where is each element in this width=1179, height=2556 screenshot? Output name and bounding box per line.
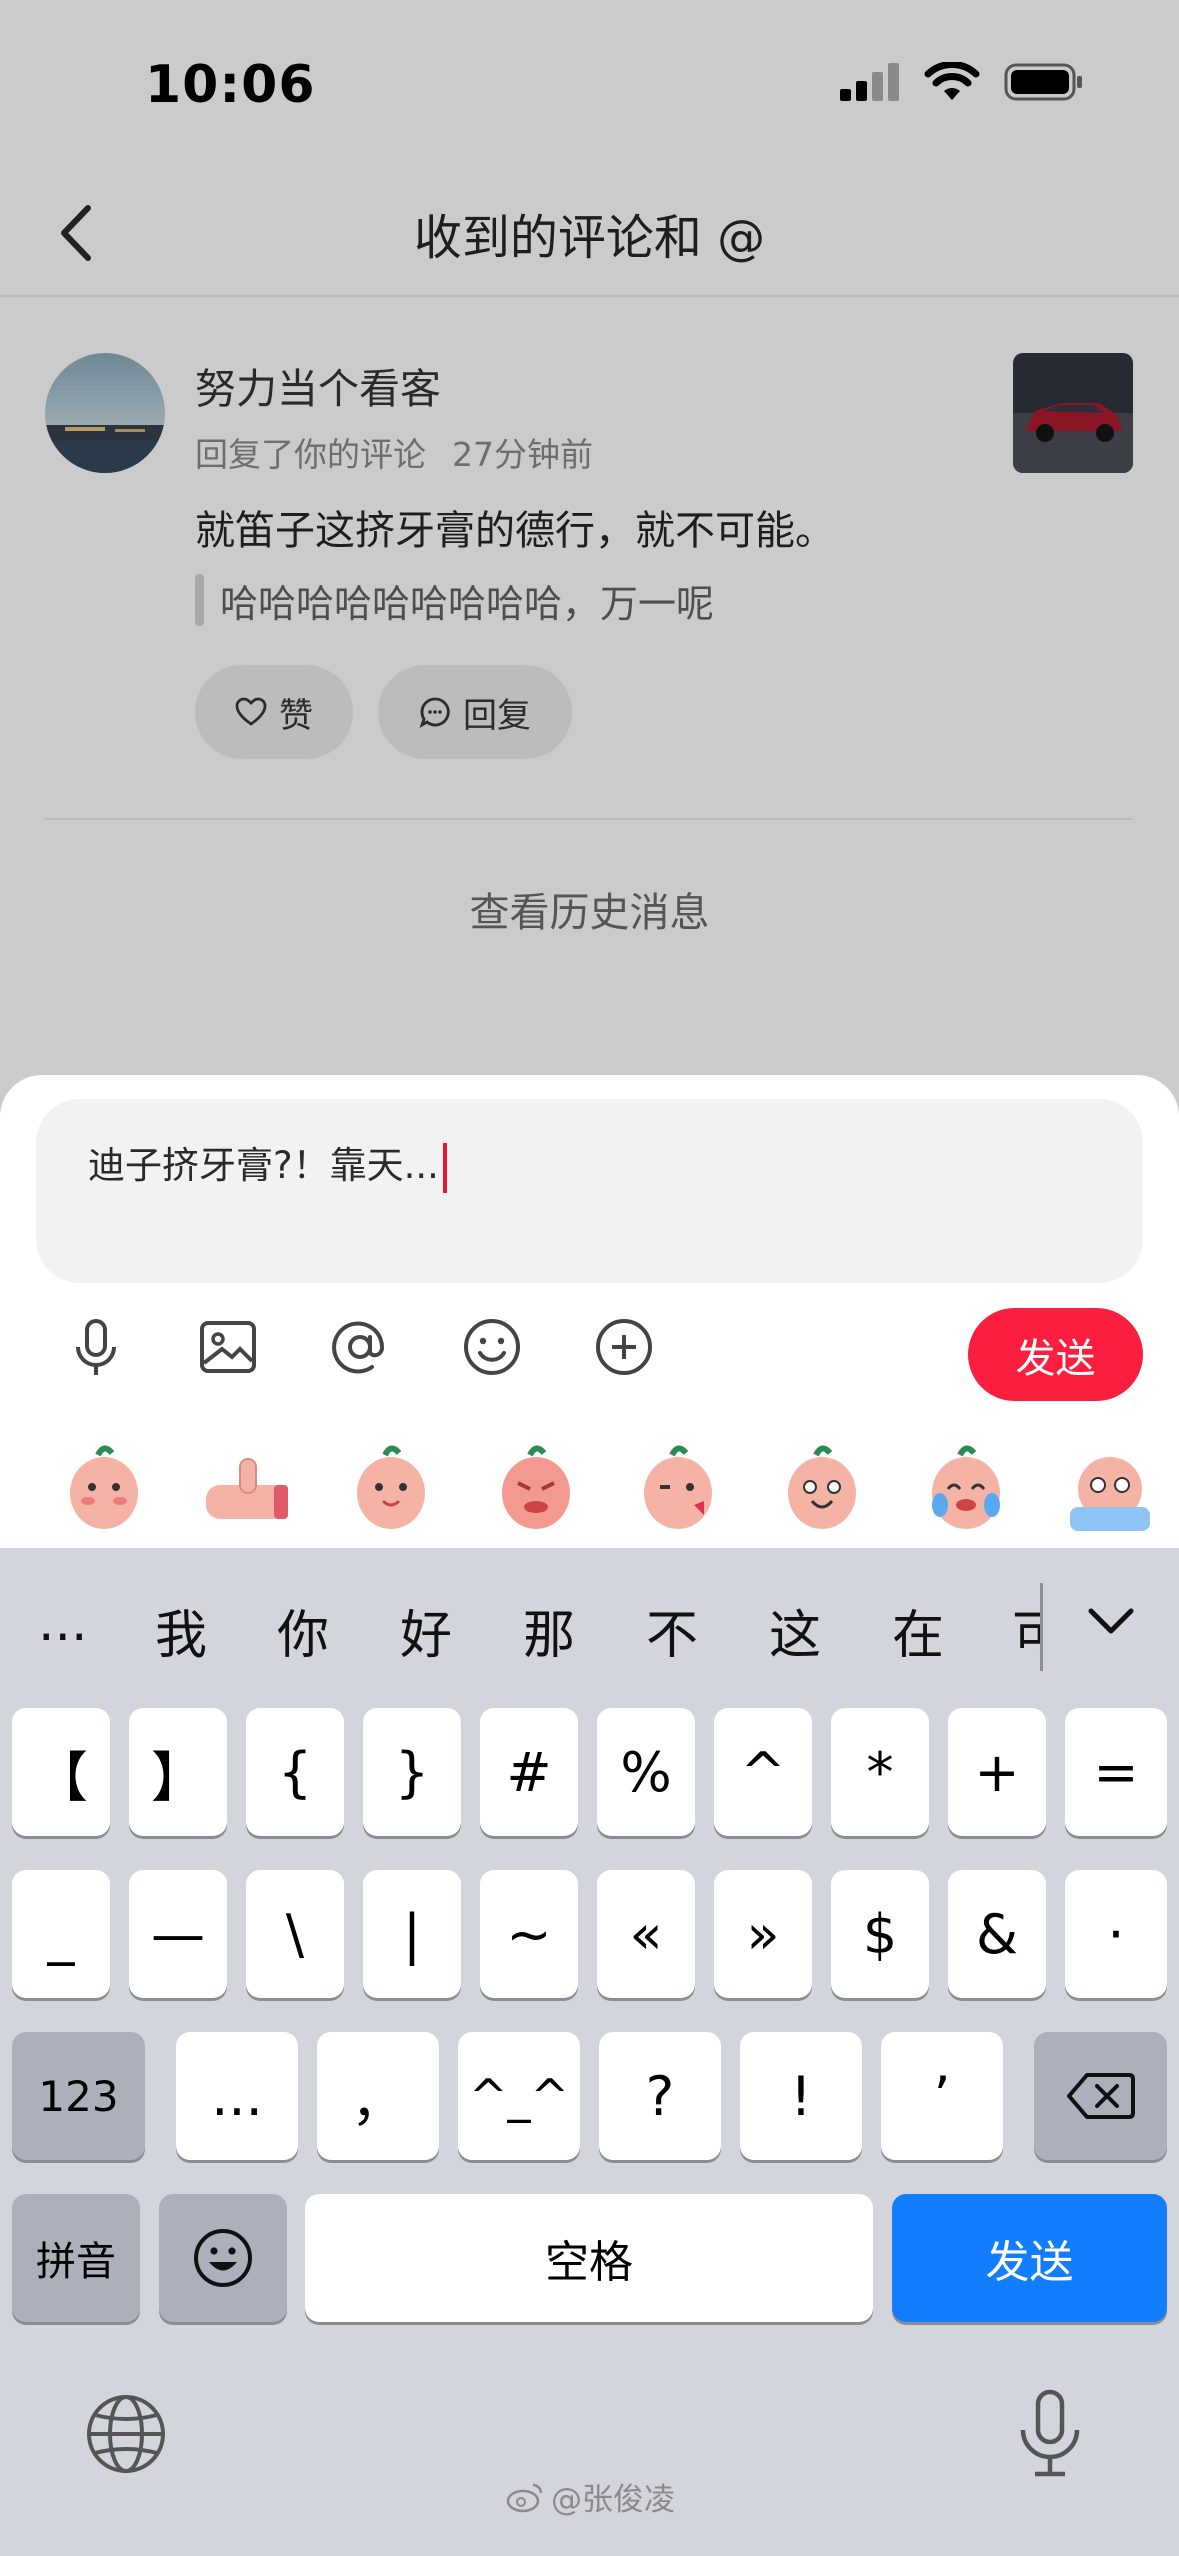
key[interactable]: | xyxy=(363,1870,461,1998)
key[interactable]: { xyxy=(246,1708,344,1836)
key[interactable]: + xyxy=(948,1708,1046,1836)
user-avatar[interactable] xyxy=(45,353,165,473)
divider xyxy=(45,818,1133,820)
sticker-thumbs-up[interactable] xyxy=(200,1435,292,1535)
quote-bar xyxy=(195,574,204,626)
comment-meta: 回复了你的评论 27分钟前 xyxy=(195,428,593,476)
chevron-down-icon[interactable] xyxy=(1085,1603,1137,1639)
reply-label: 回复 xyxy=(463,695,531,736)
candidate-word[interactable]: 可 xyxy=(1012,1593,1040,1668)
key[interactable]: & xyxy=(948,1870,1046,1998)
keyboard-send-key[interactable]: 发送 xyxy=(892,2194,1167,2322)
key[interactable]: 【 xyxy=(12,1708,110,1836)
key[interactable]: ^ xyxy=(714,1708,812,1836)
key[interactable]: = xyxy=(1065,1708,1167,1836)
key[interactable]: _ xyxy=(12,1870,110,1998)
candidate-word[interactable]: 好 xyxy=(400,1593,452,1668)
microphone-icon[interactable] xyxy=(62,1313,130,1381)
candidate-word[interactable]: 那 xyxy=(523,1593,575,1668)
send-button[interactable]: 发送 xyxy=(968,1308,1143,1401)
watermark-text: @张俊凌 xyxy=(551,2482,675,2518)
key[interactable]: » xyxy=(714,1870,812,1998)
like-label: 赞 xyxy=(279,695,313,736)
quoted-comment: 哈哈哈哈哈哈哈哈哈，万一呢 xyxy=(195,574,714,626)
key[interactable]: ^_^ xyxy=(458,2032,580,2160)
status-icons xyxy=(840,62,1084,102)
wifi-icon xyxy=(924,62,980,100)
keyboard-microphone-icon[interactable] xyxy=(1015,2388,1085,2480)
comment-text: 就笛子这挤牙膏的德行，就不可能。 xyxy=(195,508,835,554)
key[interactable]: ? xyxy=(599,2032,721,2160)
time-ago: 27分钟前 xyxy=(452,435,593,474)
sticker-crying-laugh[interactable] xyxy=(920,1435,1012,1535)
key[interactable]: « xyxy=(597,1870,695,1998)
key[interactable]: ~ xyxy=(480,1870,578,1998)
weibo-logo-icon xyxy=(506,2483,543,2512)
sticker-shy[interactable] xyxy=(58,1435,150,1535)
candidate-word[interactable]: 不 xyxy=(646,1593,698,1668)
key[interactable]: ， xyxy=(317,2032,439,2160)
candidate-separator xyxy=(1040,1583,1043,1671)
backspace-icon xyxy=(1066,2073,1135,2119)
key[interactable]: * xyxy=(831,1708,929,1836)
nav-bar: 收到的评论和 @ xyxy=(0,170,1179,297)
pinyin-key[interactable]: 拼音 xyxy=(12,2194,140,2322)
reply-input[interactable]: 迪子挤牙膏?！靠天... xyxy=(36,1099,1143,1283)
key[interactable]: ! xyxy=(740,2032,862,2160)
sticker-kiss[interactable] xyxy=(632,1435,724,1535)
numbers-key[interactable]: 123 xyxy=(12,2032,145,2160)
username[interactable]: 努力当个看客 xyxy=(195,355,441,415)
watermark: @张俊凌 xyxy=(505,2474,675,2519)
candidate-word[interactable]: 这 xyxy=(769,1593,821,1668)
candidate-word[interactable]: 在 xyxy=(892,1593,944,1668)
candidate-more[interactable]: ... xyxy=(38,1593,88,1653)
sticker-strip xyxy=(0,1435,1179,1555)
quote-text: 哈哈哈哈哈哈哈哈哈，万一呢 xyxy=(220,581,715,626)
reply-button[interactable]: 回复 xyxy=(378,665,572,759)
key[interactable]: $ xyxy=(831,1870,929,1998)
view-history-link[interactable]: 查看历史消息 xyxy=(0,880,1179,938)
image-icon[interactable] xyxy=(194,1313,262,1381)
heart-icon xyxy=(235,697,267,726)
key[interactable]: — xyxy=(129,1870,227,1998)
signal-icon xyxy=(840,63,899,101)
key[interactable]: ’ xyxy=(881,2032,1003,2160)
status-bar: 10:06 xyxy=(0,0,1179,170)
status-time: 10:06 xyxy=(145,55,316,115)
battery-icon xyxy=(1004,63,1082,101)
sticker-sobbing[interactable] xyxy=(1064,1435,1156,1535)
globe-icon[interactable] xyxy=(85,2393,167,2475)
space-key[interactable]: 空格 xyxy=(305,2194,873,2322)
key[interactable]: # xyxy=(480,1708,578,1836)
reply-input-text: 迪子挤牙膏?！靠天... xyxy=(88,1144,439,1187)
reply-action-text: 回复了你的评论 xyxy=(195,435,426,474)
key[interactable]: } xyxy=(363,1708,461,1836)
key[interactable]: ... xyxy=(176,2032,298,2160)
sticker-smile[interactable] xyxy=(345,1435,437,1535)
chat-bubble-icon xyxy=(419,697,450,728)
sticker-grin[interactable] xyxy=(776,1435,868,1535)
at-icon[interactable] xyxy=(326,1313,394,1381)
like-button[interactable]: 赞 xyxy=(195,665,353,759)
sticker-angry[interactable] xyxy=(490,1435,582,1535)
page-title: 收到的评论和 @ xyxy=(413,210,766,266)
candidate-word[interactable]: 我 xyxy=(155,1593,207,1668)
reply-composer: 迪子挤牙膏?！靠天... 发送 xyxy=(0,1075,1179,1555)
delete-key[interactable] xyxy=(1034,2032,1167,2160)
post-thumbnail[interactable] xyxy=(1013,353,1133,473)
key[interactable]: 】 xyxy=(129,1708,227,1836)
plus-icon[interactable] xyxy=(590,1313,658,1381)
text-caret xyxy=(442,1142,447,1193)
emoji-key[interactable] xyxy=(159,2194,287,2322)
keyboard: ... 我 你 好 那 不 这 在 可 【 】 { } # % ^ * + = … xyxy=(0,1548,1179,2556)
key[interactable]: · xyxy=(1065,1870,1167,1998)
candidate-word[interactable]: 你 xyxy=(277,1593,329,1668)
emoji-icon xyxy=(194,2229,252,2287)
emoji-icon[interactable] xyxy=(458,1313,526,1381)
key[interactable]: \ xyxy=(246,1870,344,1998)
key[interactable]: % xyxy=(597,1708,695,1836)
